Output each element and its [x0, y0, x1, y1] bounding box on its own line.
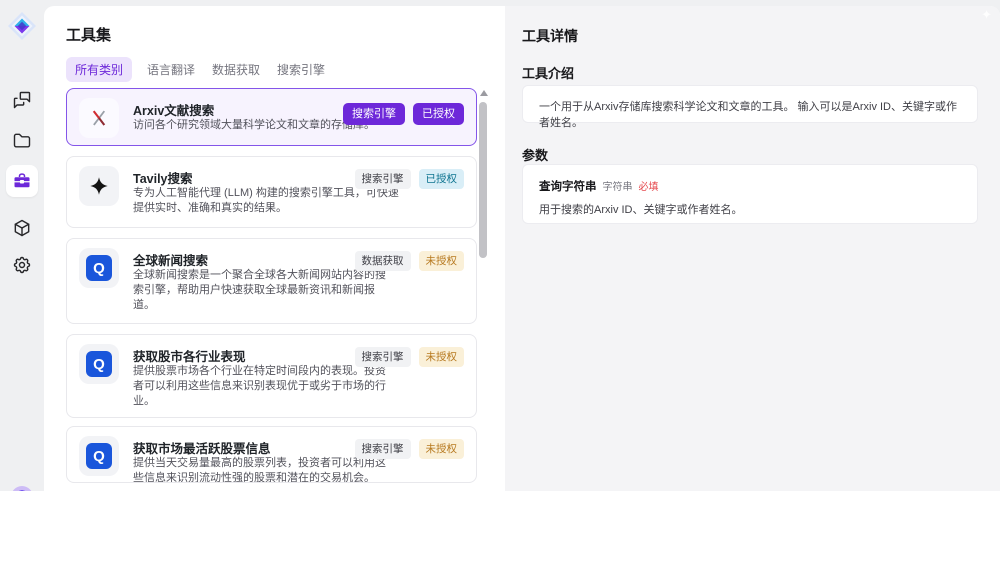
screen: 工具集 所有类别 语言翻译 数据获取 搜索引擎 Arxiv文献搜索 访问各个研究…: [0, 0, 1000, 563]
sidebar-item-settings[interactable]: [12, 255, 32, 275]
category-tag: 搜索引擎: [354, 439, 411, 459]
tool-icon-wrap: Q: [79, 248, 119, 288]
tool-detail-panel: ✦ 工具详情 工具介绍 一个用于从Arxiv存储库搜索科学论文和文章的工具。 输…: [505, 6, 1000, 491]
category-tag: 搜索引擎: [354, 169, 411, 189]
parameter-type: 字符串: [602, 182, 633, 193]
status-badge: 未授权: [418, 439, 464, 459]
cube-icon: [14, 219, 30, 237]
tool-tags: 数据获取 未授权: [354, 251, 464, 271]
detail-title: 工具详情: [522, 28, 578, 44]
category-tag: 搜索引擎: [343, 103, 405, 125]
arxiv-x-icon: [92, 110, 106, 126]
tavily-star-icon: [90, 177, 108, 195]
main-panel: 工具集 所有类别 语言翻译 数据获取 搜索引擎 Arxiv文献搜索 访问各个研究…: [44, 6, 1000, 491]
tool-description: 全球新闻搜索是一个聚合全球各大新闻网站内容的搜 索引擎，帮助用户快速获取全球最新…: [133, 269, 386, 311]
tab-language-translation[interactable]: 语言翻译: [145, 57, 197, 82]
sparkle-icon: ✦: [981, 7, 992, 22]
tool-icon-wrap: Q: [79, 344, 119, 384]
app-window: 工具集 所有类别 语言翻译 数据获取 搜索引擎 Arxiv文献搜索 访问各个研究…: [0, 0, 1000, 491]
stock-q-icon: Q: [86, 443, 112, 469]
tool-icon-wrap: [79, 98, 119, 138]
tool-title: 全球新闻搜索: [133, 254, 209, 268]
tool-title: Tavily搜索: [133, 172, 193, 186]
category-tag: 搜索引擎: [354, 347, 411, 367]
folder-icon: [13, 133, 31, 148]
intro-heading: 工具介绍: [522, 66, 575, 81]
sidebar-item-chat[interactable]: [12, 90, 32, 110]
status-badge: 未授权: [418, 347, 464, 367]
tool-title: 获取市场最活跃股票信息: [133, 442, 271, 456]
tool-description: 专为人工智能代理 (LLM) 构建的搜索引擎工具，可快速 提供实时、准确和真实的…: [133, 187, 399, 214]
app-logo: [7, 11, 37, 41]
tool-icon-wrap: [79, 166, 119, 206]
intro-text: 一个用于从Arxiv存储库搜索科学论文和文章的工具。 输入可以是Arxiv ID…: [539, 101, 957, 129]
parameter-description: 用于搜索的Arxiv ID、关键字或作者姓名。: [539, 204, 743, 216]
tools-panel: 工具集 所有类别 语言翻译 数据获取 搜索引擎 Arxiv文献搜索 访问各个研究…: [44, 6, 505, 491]
scrollbar-up-arrow[interactable]: [480, 90, 488, 96]
intro-card: 一个用于从Arxiv存储库搜索科学论文和文章的工具。 输入可以是Arxiv ID…: [522, 85, 978, 129]
tab-search-engine[interactable]: 搜索引擎: [275, 57, 327, 82]
parameter-header: 查询字符串 字符串 必填: [539, 178, 961, 194]
sidebar: [0, 0, 44, 491]
tool-description: 提供当天交易量最高的股票列表，投资者可以利用这 些信息来识别流动性强的股票和潜在…: [133, 457, 386, 483]
tool-title: 获取股市各行业表现: [133, 350, 246, 364]
tool-card-most-active-stocks[interactable]: Q 获取市场最活跃股票信息 提供当天交易量最高的股票列表，投资者可以利用这 些信…: [66, 426, 477, 483]
news-q-icon: Q: [86, 255, 112, 281]
tool-description: 提供股票市场各个行业在特定时间段内的表现。投资 者可以利用这些信息来识别表现优于…: [133, 365, 386, 407]
category-tabs: 所有类别 语言翻译 数据获取 搜索引擎: [66, 57, 327, 82]
tool-card-global-news[interactable]: Q 全球新闻搜索 全球新闻搜索是一个聚合全球各大新闻网站内容的搜 索引擎，帮助用…: [66, 238, 477, 324]
parameter-card: 查询字符串 字符串 必填 用于搜索的Arxiv ID、关键字或作者姓名。: [522, 164, 978, 224]
sidebar-item-plugins[interactable]: [12, 218, 32, 238]
tool-card-arxiv[interactable]: Arxiv文献搜索 访问各个研究领域大量科学论文和文章的存储库。 搜索引擎 已授…: [66, 88, 477, 146]
sidebar-item-tools[interactable]: [6, 165, 38, 197]
required-badge: 必填: [638, 182, 659, 193]
tool-tags: 搜索引擎 未授权: [354, 439, 464, 459]
tool-tags: 搜索引擎 未授权: [354, 347, 464, 367]
tool-icon-wrap: Q: [79, 436, 119, 476]
toolbox-icon: [14, 173, 30, 188]
tool-card-tavily[interactable]: Tavily搜索 专为人工智能代理 (LLM) 构建的搜索引擎工具，可快速 提供…: [66, 156, 477, 228]
scrollbar-thumb[interactable]: [479, 102, 487, 258]
status-badge: 已授权: [418, 169, 464, 189]
status-badge: 未授权: [418, 251, 464, 271]
stock-q-icon: Q: [86, 351, 112, 377]
list-scrollbar: [479, 88, 488, 487]
tab-all-categories[interactable]: 所有类别: [66, 57, 133, 82]
settings-icon: [13, 256, 31, 274]
sidebar-item-files[interactable]: [12, 131, 32, 151]
page-title: 工具集: [66, 27, 112, 44]
status-badge: 已授权: [413, 103, 464, 125]
parameter-name: 查询字符串: [539, 181, 597, 193]
tool-tags: 搜索引擎 已授权: [354, 169, 464, 189]
category-tag: 数据获取: [354, 251, 411, 271]
tool-card-stock-sectors[interactable]: Q 获取股市各行业表现 提供股票市场各个行业在特定时间段内的表现。投资 者可以利…: [66, 334, 477, 418]
sidebar-bottom-avatar[interactable]: [11, 486, 33, 491]
tab-data-fetch[interactable]: 数据获取: [210, 57, 262, 82]
chat-icon: [13, 91, 31, 109]
params-heading: 参数: [522, 148, 549, 163]
tool-tags: 搜索引擎 已授权: [343, 103, 464, 125]
gem-logo-icon: [8, 12, 36, 40]
tool-title: Arxiv文献搜索: [133, 104, 215, 118]
